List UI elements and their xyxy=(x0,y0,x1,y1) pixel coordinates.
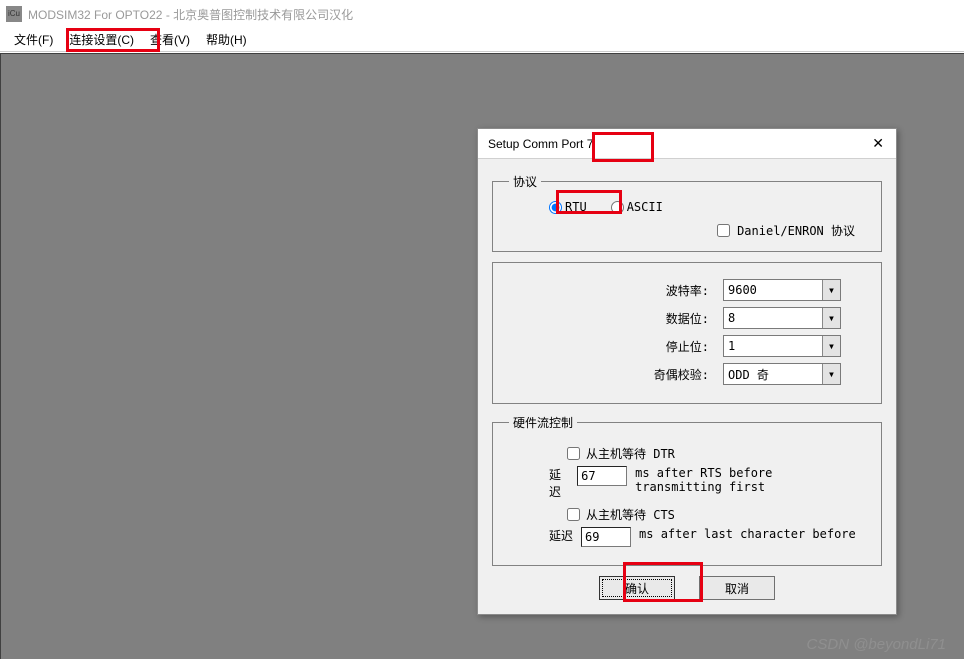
radio-ascii-wrap[interactable]: ASCII xyxy=(611,200,663,214)
dtr-delay-label: 延迟 xyxy=(549,466,569,500)
chevron-down-icon[interactable]: ▾ xyxy=(822,280,840,300)
databits-combo[interactable]: 8 ▾ xyxy=(723,307,841,329)
radio-ascii[interactable] xyxy=(611,201,624,214)
protocol-legend: 协议 xyxy=(509,173,541,190)
parity-combo[interactable]: ODD 奇 ▾ xyxy=(723,363,841,385)
dtr-delay-input[interactable] xyxy=(577,466,627,486)
menu-view[interactable]: 查看(V) xyxy=(142,28,198,51)
parity-label: 奇偶校验: xyxy=(654,366,709,383)
parity-value: ODD 奇 xyxy=(728,366,769,383)
radio-rtu-label: RTU xyxy=(565,200,587,214)
dialog-title: Setup Comm Port 7 xyxy=(488,137,593,151)
checkbox-cts-label: 从主机等待 CTS xyxy=(586,506,675,523)
menu-file[interactable]: 文件(F) xyxy=(6,28,61,51)
main-titlebar: iCu MODSIM32 For OPTO22 - 北京奥普图控制技术有限公司汉… xyxy=(0,0,964,28)
flow-control-group: 硬件流控制 从主机等待 DTR 延迟 ms after RTS before t… xyxy=(492,414,882,566)
flow-legend: 硬件流控制 xyxy=(509,414,577,431)
app-icon: iCu xyxy=(6,6,22,22)
ok-button[interactable]: 确认 xyxy=(599,576,675,600)
cts-delay-label: 延迟 xyxy=(549,527,573,544)
baud-combo[interactable]: 9600 ▾ xyxy=(723,279,841,301)
setup-comm-dialog: Setup Comm Port 7 ✕ 协议 RTU ASCII Daniel/… xyxy=(477,128,897,615)
radio-ascii-label: ASCII xyxy=(627,200,663,214)
cts-delay-input[interactable] xyxy=(581,527,631,547)
protocol-group: 协议 RTU ASCII Daniel/ENRON 协议 xyxy=(492,173,882,252)
databits-label: 数据位: xyxy=(666,310,709,327)
stopbits-combo[interactable]: 1 ▾ xyxy=(723,335,841,357)
stopbits-value: 1 xyxy=(728,339,735,353)
serial-params-group: 波特率: 9600 ▾ 数据位: 8 ▾ 停止位: 1 ▾ xyxy=(492,262,882,404)
checkbox-daniel-label: Daniel/ENRON 协议 xyxy=(737,222,855,239)
baud-label: 波特率: xyxy=(666,282,709,299)
menu-connection[interactable]: 连接设置(C) xyxy=(61,28,142,51)
dialog-titlebar[interactable]: Setup Comm Port 7 ✕ xyxy=(478,129,896,159)
checkbox-daniel[interactable] xyxy=(717,224,730,237)
stopbits-label: 停止位: xyxy=(666,338,709,355)
menubar: 文件(F) 连接设置(C) 查看(V) 帮助(H) xyxy=(0,28,964,52)
radio-rtu[interactable] xyxy=(549,201,562,214)
chevron-down-icon[interactable]: ▾ xyxy=(822,308,840,328)
checkbox-cts[interactable] xyxy=(567,508,580,521)
dtr-delay-hint: ms after RTS before transmitting first xyxy=(635,466,865,494)
checkbox-dtr-label: 从主机等待 DTR xyxy=(586,445,675,462)
baud-value: 9600 xyxy=(728,283,757,297)
radio-rtu-wrap[interactable]: RTU xyxy=(549,200,587,214)
chevron-down-icon[interactable]: ▾ xyxy=(822,336,840,356)
databits-value: 8 xyxy=(728,311,735,325)
cancel-button[interactable]: 取消 xyxy=(699,576,775,600)
checkbox-dtr[interactable] xyxy=(567,447,580,460)
chevron-down-icon[interactable]: ▾ xyxy=(822,364,840,384)
window-title: MODSIM32 For OPTO22 - 北京奥普图控制技术有限公司汉化 xyxy=(28,6,353,23)
cts-delay-hint: ms after last character before xyxy=(639,527,856,541)
menu-help[interactable]: 帮助(H) xyxy=(198,28,255,51)
close-icon[interactable]: ✕ xyxy=(868,135,888,152)
